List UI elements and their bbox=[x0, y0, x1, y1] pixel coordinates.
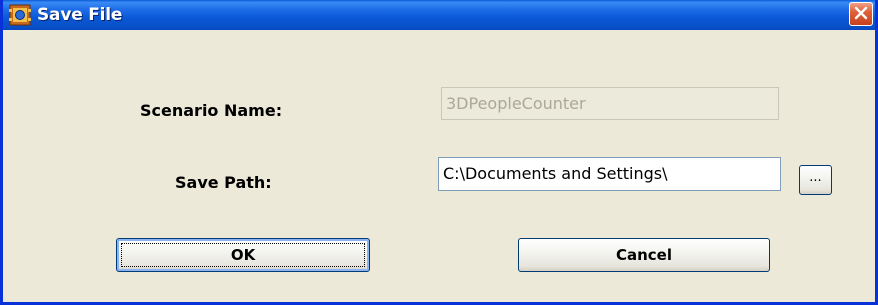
app-icon bbox=[9, 4, 31, 26]
window-title: Save File bbox=[37, 5, 123, 25]
dialog-body: Scenario Name: 3DPeopleCounter Save Path… bbox=[3, 30, 875, 302]
cancel-button-label: Cancel bbox=[615, 246, 672, 264]
title-bar[interactable]: Save File bbox=[3, 0, 875, 30]
close-icon bbox=[854, 5, 868, 24]
save-path-label: Save Path: bbox=[175, 173, 272, 192]
browse-button[interactable]: ... bbox=[799, 165, 832, 195]
ok-button[interactable]: OK bbox=[116, 238, 370, 272]
save-file-dialog: Save File Scenario Name: 3DPeopleCounter… bbox=[0, 0, 878, 305]
ok-button-label: OK bbox=[230, 246, 256, 264]
save-path-field[interactable]: C:\Documents and Settings\ bbox=[438, 157, 781, 191]
scenario-name-label: Scenario Name: bbox=[140, 101, 283, 120]
cancel-button[interactable]: Cancel bbox=[518, 238, 770, 272]
scenario-name-field[interactable]: 3DPeopleCounter bbox=[441, 87, 779, 120]
close-button[interactable] bbox=[849, 2, 873, 26]
